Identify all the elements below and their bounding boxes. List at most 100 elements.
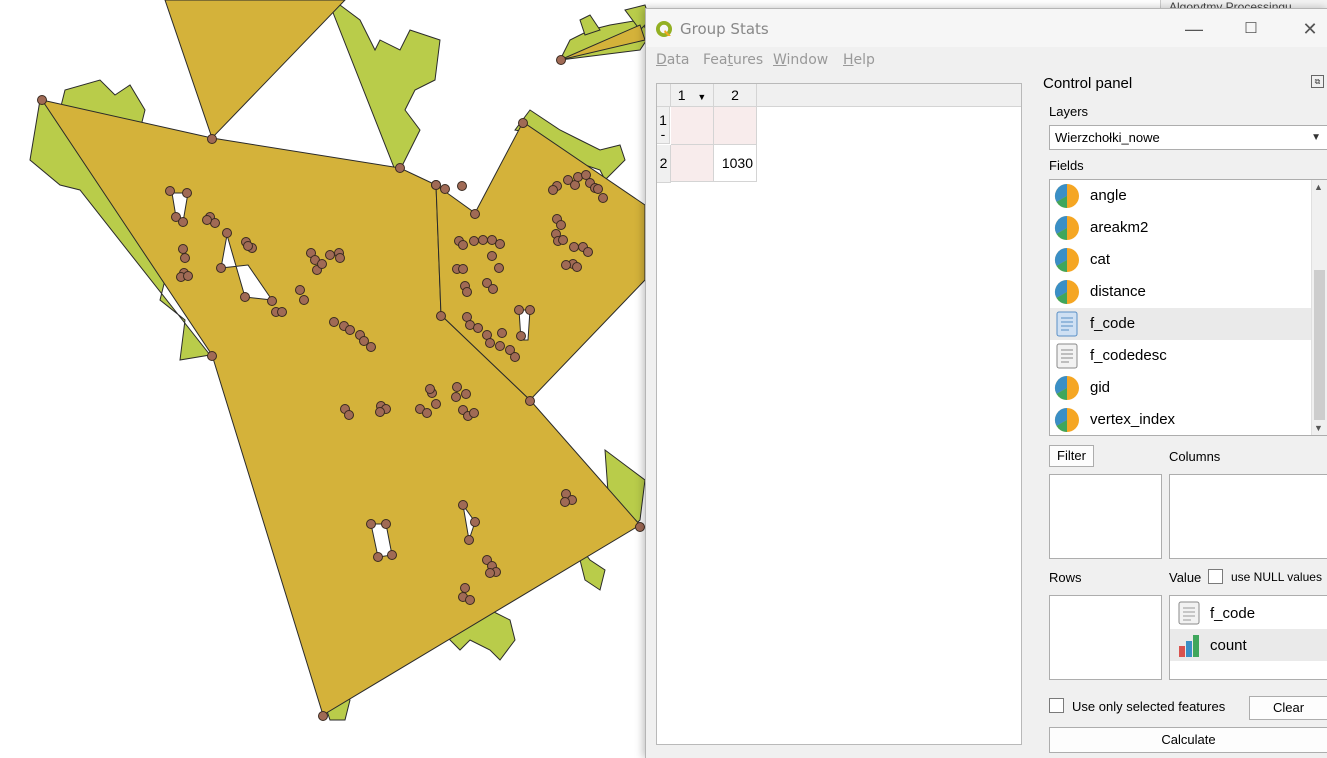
field-name: cat <box>1090 251 1111 268</box>
table-cell-value[interactable]: 1030 <box>714 145 757 182</box>
use-selected-label: Use only selected features <box>1072 699 1226 714</box>
columns-dropzone[interactable] <box>1169 474 1327 559</box>
field-item[interactable]: areakm2 <box>1050 212 1311 244</box>
vertex-point <box>295 285 305 295</box>
vertex-point <box>345 325 355 335</box>
control-panel: Control panel ⧉ Layers Wierzchołki_nowe … <box>1036 71 1327 758</box>
vertex-point <box>495 239 505 249</box>
value-dropzone[interactable]: f_code count <box>1169 595 1327 680</box>
layer-select[interactable]: Wierzchołki_nowe ▼ <box>1049 125 1327 150</box>
use-selected-checkbox[interactable] <box>1049 698 1064 713</box>
fields-list[interactable]: angle areakm2 cat distance f_code f_codedescg… <box>1049 179 1327 436</box>
menu-window[interactable]: Window <box>773 52 828 68</box>
numeric-field-icon <box>1054 376 1079 400</box>
rows-dropzone[interactable] <box>1049 595 1162 680</box>
field-name: gid <box>1090 379 1111 396</box>
scroll-down-icon[interactable]: ▼ <box>1314 423 1323 433</box>
vertex-point <box>422 408 432 418</box>
field-item[interactable]: f_code <box>1050 308 1311 340</box>
vertex-point <box>182 188 192 198</box>
column-header-1[interactable]: 1 ▼ <box>671 84 714 107</box>
row-header-2[interactable]: 2 <box>657 145 671 183</box>
table-cell[interactable] <box>671 107 714 145</box>
vertex-point <box>431 180 441 190</box>
use-null-checkbox[interactable] <box>1208 569 1223 584</box>
text-field-icon <box>1178 601 1200 625</box>
table-corner[interactable] <box>657 84 671 107</box>
vertex-point <box>425 384 435 394</box>
field-name: areakm2 <box>1090 219 1149 236</box>
field-name: vertex_index <box>1090 411 1176 428</box>
scrollbar-thumb[interactable] <box>1314 270 1325 420</box>
vertex-point <box>485 338 495 348</box>
vertex-point <box>548 185 558 195</box>
menu-features[interactable]: Features <box>703 52 763 68</box>
vertex-point <box>556 220 566 230</box>
vertex-point <box>325 250 335 260</box>
vertex-point <box>436 311 446 321</box>
vertex-point <box>37 95 47 105</box>
close-icon[interactable]: ✕ <box>1300 19 1320 39</box>
results-table[interactable]: 1 ▼ 2 1- 2 1030 <box>656 83 1022 745</box>
calculate-button[interactable]: Calculate <box>1049 727 1327 753</box>
table-cell[interactable] <box>714 107 757 145</box>
field-item[interactable]: distance <box>1050 276 1311 308</box>
minimize-icon[interactable]: — <box>1184 19 1204 39</box>
layers-label: Layers <box>1049 104 1089 119</box>
clear-button[interactable]: Clear <box>1249 696 1327 720</box>
vertex-point <box>207 351 217 361</box>
value-item-f-code[interactable]: f_code <box>1170 597 1327 629</box>
vertex-point <box>373 552 383 562</box>
vertex-point <box>207 134 217 144</box>
vertex-point <box>583 247 593 257</box>
vertex-point <box>494 263 504 273</box>
table-cell[interactable] <box>671 145 714 182</box>
field-item[interactable]: vertex_index <box>1050 404 1311 435</box>
vertex-point <box>329 317 339 327</box>
bar-chart-icon <box>1179 635 1199 657</box>
row-header-1[interactable]: 1- <box>657 107 670 144</box>
menu-bar: Data Features Window Help <box>646 49 1327 71</box>
filter-button[interactable]: Filter <box>1049 445 1094 467</box>
sort-down-icon: ▼ <box>697 92 707 102</box>
field-item[interactable]: f_codedesc <box>1050 340 1311 372</box>
undock-icon[interactable]: ⧉ <box>1311 75 1324 88</box>
field-name: distance <box>1090 283 1146 300</box>
numeric-field-icon <box>1054 184 1079 208</box>
vertex-point <box>395 163 405 173</box>
vertex-point <box>510 352 520 362</box>
field-item[interactable]: gid <box>1050 372 1311 404</box>
vertex-point <box>431 399 441 409</box>
rows-label: Rows <box>1049 570 1082 585</box>
vertex-point <box>561 260 571 270</box>
vertex-point <box>180 253 190 263</box>
menu-data[interactable]: Data <box>656 52 689 68</box>
numeric-field-icon <box>1054 248 1079 272</box>
vertex-point <box>267 296 277 306</box>
vertex-point <box>473 323 483 333</box>
column-header-2[interactable]: 2 <box>714 84 757 107</box>
fields-label: Fields <box>1049 158 1084 173</box>
fields-scrollbar[interactable]: ▲ ▼ <box>1311 180 1327 435</box>
vertex-point <box>495 341 505 351</box>
vertex-point <box>216 263 226 273</box>
menu-help[interactable]: Help <box>843 52 875 68</box>
title-bar[interactable]: Group Stats — ☐ ✕ <box>646 9 1327 47</box>
field-item[interactable]: cat <box>1050 244 1311 276</box>
vertex-point <box>240 292 250 302</box>
maximize-icon[interactable]: ☐ <box>1241 19 1261 39</box>
text-field-icon <box>1056 311 1078 337</box>
field-item[interactable]: angle <box>1050 180 1311 212</box>
group-stats-window: Group Stats — ☐ ✕ Data Features Window H… <box>645 8 1327 758</box>
vertex-point <box>558 235 568 245</box>
vertex-point <box>469 408 479 418</box>
filter-dropzone[interactable] <box>1049 474 1162 559</box>
field-name: f_codedesc <box>1090 347 1167 364</box>
vertex-point <box>277 307 287 317</box>
vertex-point <box>569 242 579 252</box>
numeric-field-icon <box>1054 280 1079 304</box>
value-item-count[interactable]: count <box>1170 629 1327 661</box>
vertex-point <box>487 251 497 261</box>
scroll-up-icon[interactable]: ▲ <box>1314 182 1323 192</box>
vertex-point <box>497 328 507 338</box>
